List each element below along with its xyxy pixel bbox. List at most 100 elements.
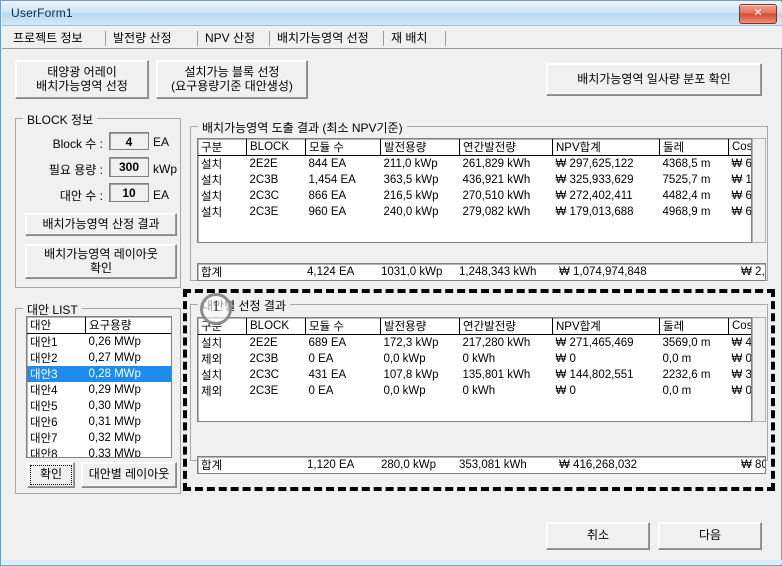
summary-row: 합계 1,120 EA 280,0 kWp 353,081 kWh ₩ 416,… xyxy=(198,457,765,473)
required-capacity-label: 필요 용량 : xyxy=(48,163,103,177)
cell-block: 2C3C xyxy=(249,369,279,381)
close-icon[interactable]: ✕ xyxy=(739,4,777,24)
list-item-selected[interactable]: 대안3 0,28 MWp xyxy=(27,366,171,382)
alt-capacity: 0,31 MWp xyxy=(88,416,141,428)
summary-block xyxy=(246,457,304,473)
col-block: BLOCK xyxy=(246,318,306,335)
table-row[interactable]: 설치 2C3C 431 EA 107,8 kWp 135,801 kWh ₩ 1… xyxy=(198,367,751,383)
cell-gubun: 설치 xyxy=(201,159,223,171)
derivation-grid-vscrollbar[interactable] xyxy=(752,138,766,243)
cell-block: 2C3E xyxy=(249,206,279,218)
table-row[interactable]: 설치 2C3E 960 EA 240,0 kWp 279,082 kWh ₩ 1… xyxy=(198,204,751,220)
col-cost: Cost xyxy=(728,318,751,335)
summary-capacity: 280,0 kWp xyxy=(381,459,436,471)
tab-area-selection[interactable]: 배치가능영역 선정 xyxy=(270,28,384,48)
list-item[interactable]: 대안7 0,32 MWp xyxy=(27,430,171,446)
table-header-row: 구분 BLOCK 모듈 수 발전용량 연간발전량 NPV합계 둘레 Cost xyxy=(198,139,751,156)
alternative-grid-vscrollbar[interactable] xyxy=(752,317,766,422)
block-count-label: Block 수 : xyxy=(52,137,103,151)
required-capacity-input[interactable]: 300 xyxy=(109,157,149,177)
alternative-summary-row: 합계 1,120 EA 280,0 kWp 353,081 kWh ₩ 416,… xyxy=(197,456,766,474)
tab-project-info[interactable]: 프로젝트 정보 xyxy=(6,28,106,48)
tab-label: 재 배치 xyxy=(391,31,428,45)
area-calc-result-button[interactable]: 배치가능영역 산정 결과 xyxy=(25,213,177,236)
alternative-result-grid[interactable]: 구분 BLOCK 모듈 수 발전용량 연간발전량 NPV합계 둘레 Cost 설… xyxy=(197,317,752,422)
block-count-input[interactable]: 4 xyxy=(109,132,149,150)
summary-annual: 1,248,343 kWh xyxy=(459,266,537,278)
cell-capacity: 0,0 kWp xyxy=(383,353,426,365)
list-item[interactable]: 대안6 0,31 MWp xyxy=(27,414,171,430)
alt-capacity: 0,26 MWp xyxy=(88,336,141,348)
cell-block: 2C3B xyxy=(249,353,279,365)
cell-annual: 270,510 kWh xyxy=(462,190,531,202)
table-row[interactable]: 제외 2C3E 0 EA 0,0 kWp 0 kWh ₩ 0 0,0 m ₩ 0 xyxy=(198,383,751,399)
list-item[interactable]: 대안8 0,33 MWp xyxy=(27,446,171,458)
alternative-list[interactable]: 대안 요구용량 대안1 0,26 MWp 대안2 0,27 MWp 대안3 0,… xyxy=(26,316,172,458)
tab-generation-calc[interactable]: 발전량 산정 xyxy=(106,28,198,48)
cell-perimeter: 4968,9 m xyxy=(662,206,711,218)
table-row[interactable]: 설치 2C3B 1,454 EA 363,5 kWp 436,921 kWh ₩… xyxy=(198,172,751,188)
cell-capacity: 0,0 kWp xyxy=(383,385,426,397)
table-row[interactable]: 제외 2C3B 0 EA 0,0 kWp 0 kWh ₩ 0 0,0 m ₩ 0 xyxy=(198,351,751,367)
area-layout-check-button[interactable]: 배치가능영역 레이아웃 확인 xyxy=(25,244,177,279)
cell-block: 2C3B xyxy=(249,174,279,186)
cell-cost: ₩ 632,461,059 xyxy=(731,190,752,202)
summary-capacity: 1031,0 kWp xyxy=(381,266,443,278)
window-title: UserForm1 xyxy=(11,6,73,20)
list-item[interactable]: 대안5 0,30 MWp xyxy=(27,398,171,414)
cell-gubun: 제외 xyxy=(201,354,223,366)
alt-name: 대안3 xyxy=(27,366,86,382)
table-row[interactable]: 설치 2E2E 844 EA 211,0 kWp 261,829 kWh ₩ 2… xyxy=(198,156,751,173)
alternative-layout-button[interactable]: 대안별 레이아웃 xyxy=(81,462,177,488)
summary-label: 합계 xyxy=(201,460,223,472)
array-area-selection-button[interactable]: 태양광 어레이 배치가능영역 선정 xyxy=(15,60,149,99)
cell-cost: ₩ 0 xyxy=(731,353,752,365)
cell-modules: 0 EA xyxy=(308,353,334,365)
cell-modules: 431 EA xyxy=(308,369,347,381)
alternative-count-input[interactable]: 10 xyxy=(109,183,149,202)
list-item[interactable]: 대안2 0,27 MWp xyxy=(27,350,171,366)
alt-capacity: 0,32 MWp xyxy=(88,432,141,444)
block-selection-button[interactable]: 설치가능 블록 선정 (요구용량기준 대안생성) xyxy=(156,60,308,99)
cell-perimeter: 4482,4 m xyxy=(662,190,711,202)
irradiance-distribution-button[interactable]: 배치가능영역 일사량 분포 확인 xyxy=(546,63,762,96)
cell-modules: 844 EA xyxy=(308,158,347,170)
col-cost: Cost xyxy=(728,139,751,156)
userform-window: UserForm1 ✕ 프로젝트 정보 발전량 산정 NPV 산정 배치가능영역… xyxy=(0,0,782,566)
col-gubun: 구분 xyxy=(198,139,247,156)
tab-label: NPV 산정 xyxy=(205,31,256,45)
cancel-button[interactable]: 취소 xyxy=(546,522,650,550)
cell-block: 2E2E xyxy=(249,337,278,349)
cell-annual: 217,280 kWh xyxy=(462,337,531,349)
block-count-unit: EA xyxy=(153,135,170,149)
list-item[interactable]: 대안4 0,29 MWp xyxy=(27,382,171,398)
alt-capacity: 0,33 MWp xyxy=(88,448,141,458)
cell-cost: ₩ 602,843,244 xyxy=(731,158,752,170)
confirm-button[interactable]: 확인 xyxy=(27,462,75,488)
col-npv: NPV합계 xyxy=(552,139,660,156)
cell-modules: 0 EA xyxy=(308,385,334,397)
cell-npv: ₩ 297,625,122 xyxy=(555,158,634,170)
tab-npv-calc[interactable]: NPV 산정 xyxy=(198,28,270,48)
table-row[interactable]: 설치 2C3C 866 EA 216,5 kWp 270,510 kWh ₩ 2… xyxy=(198,188,751,204)
cell-npv: ₩ 179,013,688 xyxy=(555,206,634,218)
alternative-list-header: 대안 요구용량 xyxy=(27,317,171,334)
alt-capacity: 0,29 MWp xyxy=(88,384,141,396)
cell-gubun: 설치 xyxy=(201,338,223,350)
cell-modules: 960 EA xyxy=(308,206,347,218)
cell-perimeter: 0,0 m xyxy=(662,385,692,397)
annotation-badge-1: 1 xyxy=(200,293,232,325)
summary-modules: 4,124 EA xyxy=(307,266,355,278)
tab-relocation[interactable]: 재 배치 xyxy=(384,28,446,48)
next-button[interactable]: 다음 xyxy=(658,522,762,550)
block-info-group-label: BLOCK 정보 xyxy=(23,111,98,128)
cell-block: 2C3E xyxy=(249,385,279,397)
cell-capacity: 107,8 kWp xyxy=(383,369,439,381)
list-item[interactable]: 대안1 0,26 MWp xyxy=(27,334,171,351)
summary-cost: ₩ 806,901,376 xyxy=(741,459,765,471)
table-row[interactable]: 설치 2E2E 689 EA 172,3 kWp 217,280 kWh ₩ 2… xyxy=(198,335,751,352)
col-modules: 모듈 수 xyxy=(305,139,381,156)
derivation-result-grid[interactable]: 구분 BLOCK 모듈 수 발전용량 연간발전량 NPV합계 둘레 Cost 설… xyxy=(197,138,752,243)
alt-name: 대안1 xyxy=(30,337,58,349)
summary-annual: 353,081 kWh xyxy=(459,459,527,471)
